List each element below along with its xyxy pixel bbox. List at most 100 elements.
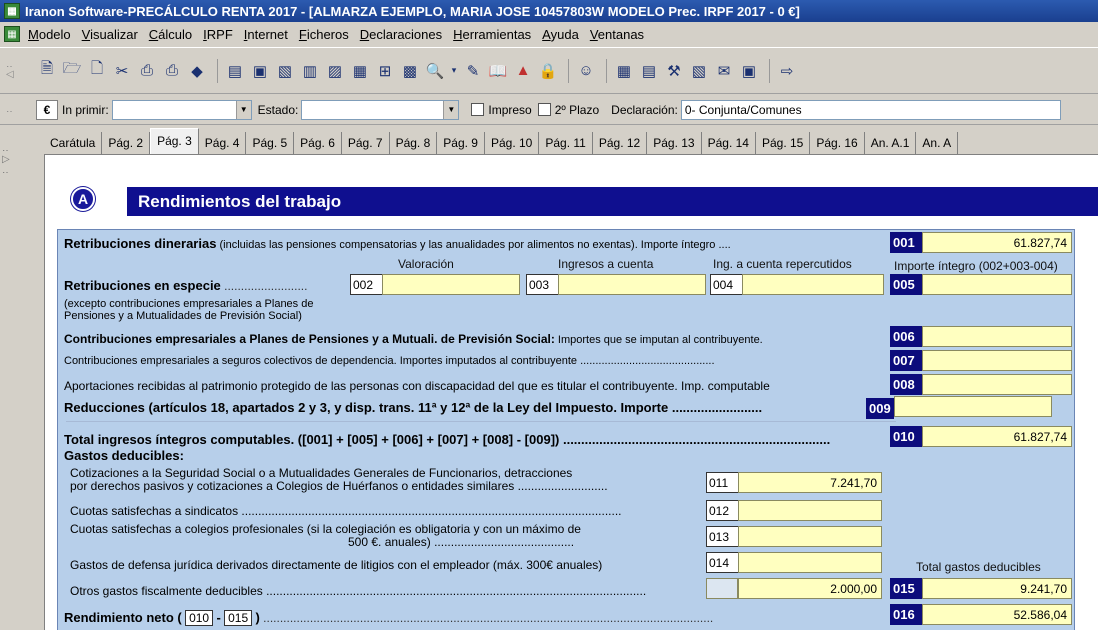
in-primir-select[interactable]: ▼ [111,99,252,120]
tab-pag-6[interactable]: Pág. 6 [294,132,342,156]
tab-pag-14[interactable]: Pág. 14 [701,132,756,156]
field-015-ref[interactable] [706,578,738,599]
tab-pag-4[interactable]: Pág. 4 [198,132,247,156]
tool-c-icon[interactable]: ✉ [713,59,735,83]
estado-select[interactable]: ▼ [301,99,460,120]
section-title: Rendimientos del trabajo [127,187,1098,216]
doc-c-icon[interactable]: ▧ [274,59,296,83]
tab-an-a[interactable]: An. A [916,132,959,156]
doc-g-icon[interactable]: ▩ [399,59,421,83]
document-icon[interactable]: ▦ [4,26,20,42]
field-006[interactable] [922,326,1072,347]
tab-pag-13[interactable]: Pág. 13 [647,132,702,156]
dropdown-arrow-icon[interactable]: ▾ [449,59,459,83]
r016-minus: - [216,610,221,625]
doc-d-icon[interactable]: ▥ [299,59,321,83]
field-007[interactable] [922,350,1072,371]
chevron-down-icon[interactable]: ▼ [443,100,459,119]
doc-a-icon[interactable]: ▤ [224,59,246,83]
cut-icon[interactable]: ✂ [111,59,133,83]
code-007: 007 [890,350,923,371]
menu-ficheros[interactable]: Ficheros [299,27,349,42]
user-icon[interactable]: ☺ [575,59,597,83]
tab-pag-16[interactable]: Pág. 16 [810,132,865,156]
tab-pag-9[interactable]: Pág. 9 [437,132,485,156]
declaracion-field[interactable]: 0- Conjunta/Comunes [680,99,1061,120]
menu-herramientas[interactable]: Herramientas [453,27,531,42]
tool-b-icon[interactable]: ▧ [688,59,710,83]
menu-modelo[interactable]: Modelo [28,27,71,42]
filterbar-grip-icon[interactable]: ‥ [6,105,18,115]
field-014[interactable] [738,552,882,573]
menu-ventanas[interactable]: Ventanas [590,27,644,42]
field-016[interactable]: 52.586,04 [922,604,1072,625]
tab-pag-2[interactable]: Pág. 2 [102,132,151,156]
lock-icon[interactable]: 🔒 [537,59,559,83]
tab-pag-8[interactable]: Pág. 8 [389,132,438,156]
tab-pag-3[interactable]: Pág. 3 [150,128,199,156]
menu-calculo[interactable]: Cálculo [149,27,192,42]
plazo-checkbox[interactable] [537,103,551,116]
menu-irpf[interactable]: IRPF [203,27,233,42]
tool-a-icon[interactable]: ⚒ [663,59,685,83]
tab-pag-15[interactable]: Pág. 15 [755,132,811,156]
doc-e-icon[interactable]: ▨ [324,59,346,83]
open-icon[interactable]: 🗁 [61,59,83,83]
toolbar-separator [606,58,607,83]
edit-icon[interactable]: ✎ [462,59,484,83]
menu-ayuda[interactable]: Ayuda [542,27,579,42]
code-004: 004 [710,274,743,295]
r015-label: Otros gastos fiscalmente deducibles ....… [70,584,647,598]
currency-button[interactable]: € [36,99,58,120]
chevron-down-icon[interactable]: ▼ [235,100,251,119]
field-015[interactable]: 9.241,70 [922,578,1072,599]
exit-icon[interactable]: ⇨ [776,59,798,83]
r010-label: Total ingresos íntegros computables. ([0… [64,432,831,447]
chart-icon[interactable]: ▲ [512,59,534,83]
tab-an-a1[interactable]: An. A.1 [864,132,917,156]
page-icon[interactable]: 🗋 [86,59,108,83]
impreso-checkbox[interactable] [471,103,485,116]
field-009[interactable] [894,396,1052,417]
field-012[interactable] [738,500,882,521]
field-008[interactable] [922,374,1072,395]
code-016: 016 [890,604,923,625]
r001-label: Retribuciones dinerarias [64,236,217,251]
doc-f-icon[interactable]: ▦ [349,59,371,83]
field-005[interactable] [922,274,1072,295]
print2-icon[interactable]: ⎙ [161,59,183,83]
menu-internet[interactable]: Internet [244,27,288,42]
tab-pag-10[interactable]: Pág. 10 [484,132,540,156]
calc-icon[interactable]: ▦ [613,59,635,83]
code-015: 015 [890,578,923,599]
search-icon[interactable]: 🔍 [424,59,446,83]
field-013[interactable] [738,526,882,547]
r016-dots: ........................................… [259,611,714,625]
field-001[interactable]: 61.827,74 [922,232,1072,253]
table-icon[interactable]: ⊞ [374,59,396,83]
app-icon[interactable]: ▦ [4,3,20,19]
tab-caratula[interactable]: Carátula [44,132,103,156]
tab-pag-11[interactable]: Pág. 11 [539,132,593,156]
field-011[interactable]: 7.241,70 [738,472,882,493]
tab-pag-7[interactable]: Pág. 7 [341,132,390,156]
menu-declaraciones[interactable]: Declaraciones [360,27,442,42]
field-002[interactable] [382,274,520,295]
field-015-in[interactable]: 2.000,00 [738,578,882,599]
doc-h-icon[interactable]: ▤ [638,59,660,83]
field-003[interactable] [558,274,706,295]
field-004[interactable] [742,274,884,295]
tool-d-icon[interactable]: ▣ [738,59,760,83]
menu-visualizar[interactable]: Visualizar [82,27,138,42]
tab-pag-5[interactable]: Pág. 5 [246,132,295,156]
tab-pag-12[interactable]: Pág. 12 [592,132,648,156]
new-icon[interactable]: 🗎 [36,59,58,83]
field-010[interactable]: 61.827,74 [922,426,1072,447]
doc-b-icon[interactable]: ▣ [249,59,271,83]
book-icon[interactable]: 📖 [487,59,509,83]
toolbar-grip-icon[interactable]: ‥ ◁ [6,60,18,80]
in-primir-value [113,101,236,119]
diamond-icon[interactable]: ◆ [186,59,208,83]
r016-ref-010: 010 [185,610,214,626]
print-icon[interactable]: ⎙ [136,59,158,83]
